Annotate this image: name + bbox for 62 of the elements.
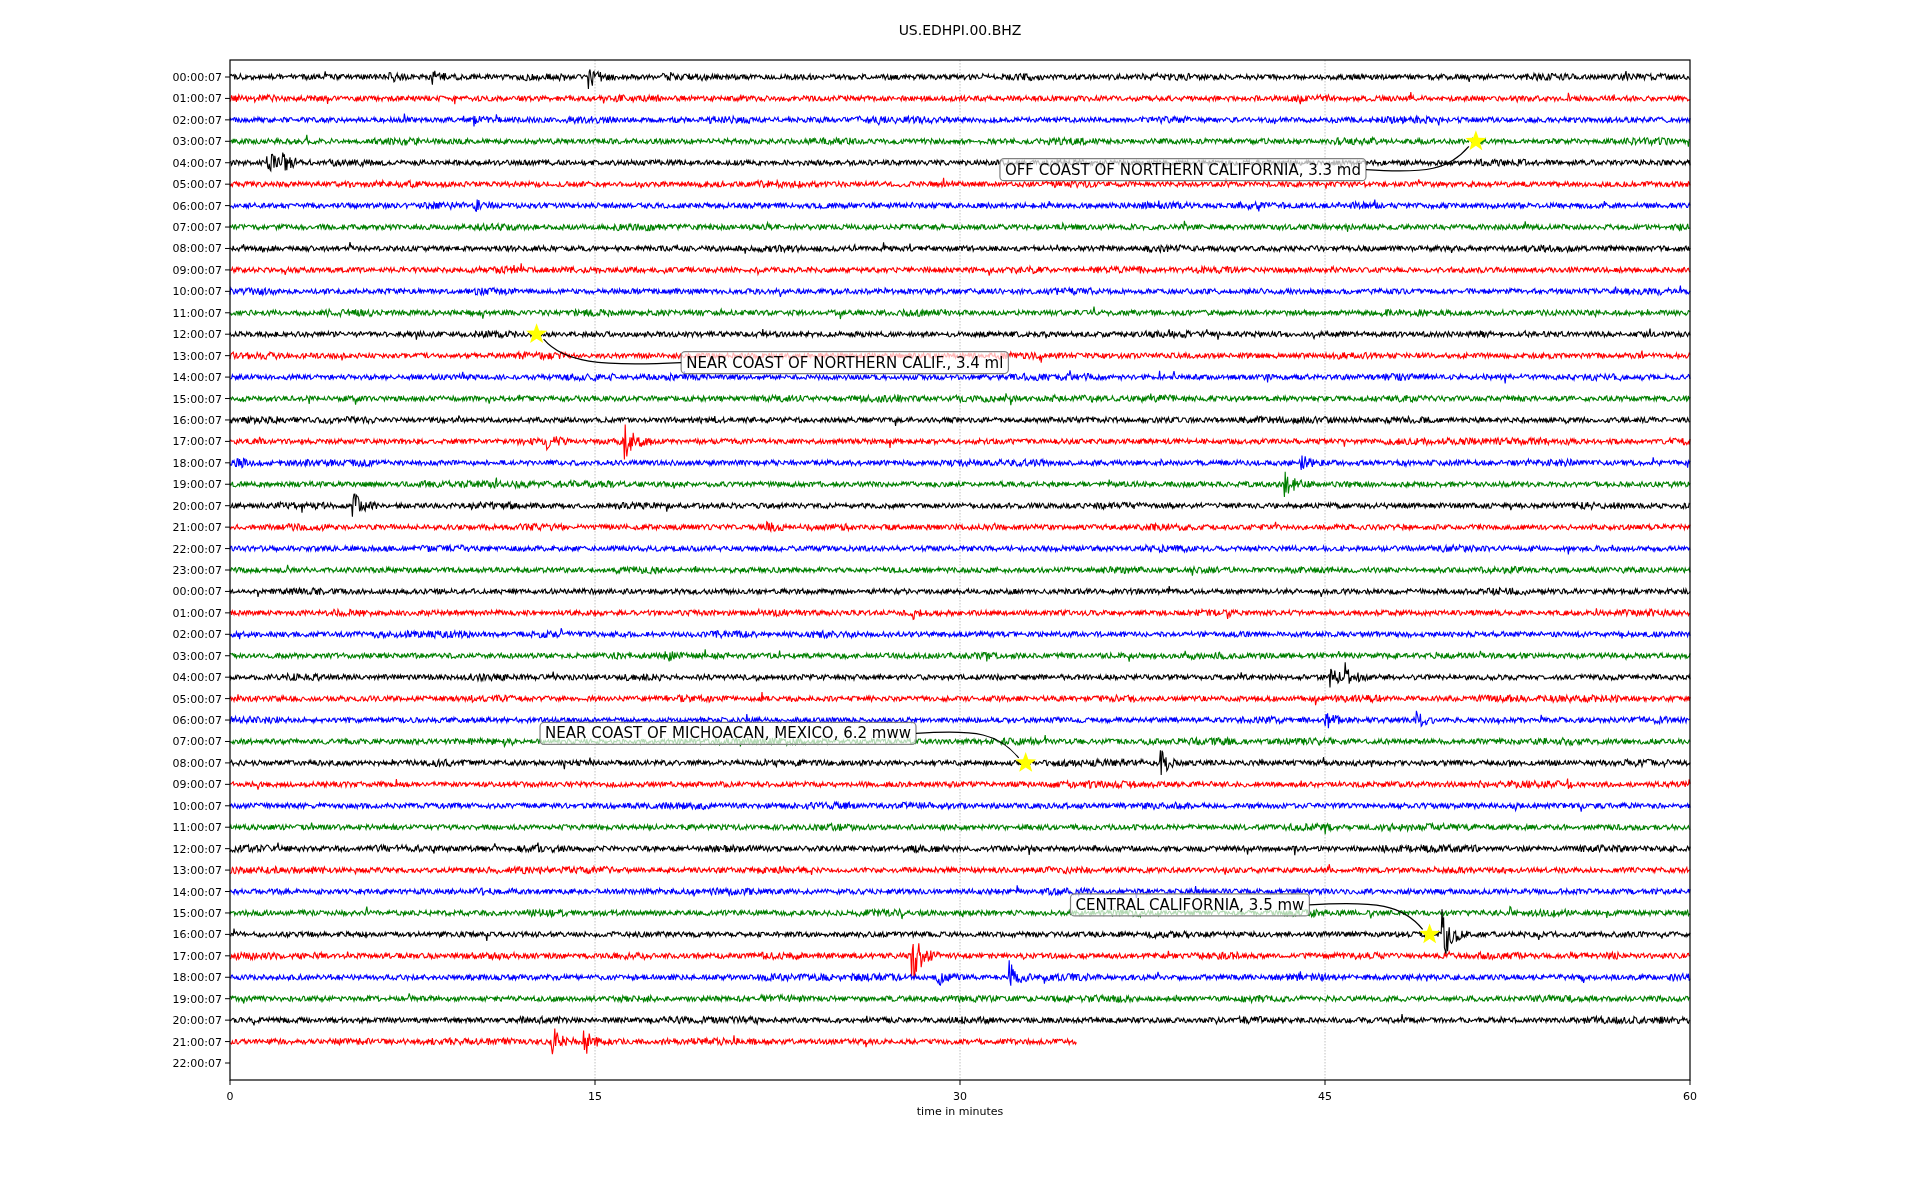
axis-tick-label: 20:00:07 <box>172 1014 222 1028</box>
axis-tick-label: 14:00:07 <box>172 371 222 385</box>
axis-tick-label: 01:00:07 <box>172 606 222 620</box>
axis-tick-label: 15 <box>588 1090 602 1103</box>
axis-tick-label: 18:00:07 <box>172 456 222 470</box>
axis-tick-label: 13:00:07 <box>172 864 222 878</box>
axis-tick-label: 19:00:07 <box>172 992 222 1006</box>
axis-tick-label: 20:00:07 <box>172 499 222 513</box>
axis-tick-label: 06:00:07 <box>172 199 222 213</box>
axis-tick-label: 16:00:07 <box>172 413 222 427</box>
axis-tick-label: 30 <box>953 1090 967 1103</box>
star-icon <box>1465 130 1487 151</box>
axis-tick-label: 10:00:07 <box>172 799 222 813</box>
axis-tick-label: 11:00:07 <box>172 306 222 320</box>
axis-tick-label: 15:00:07 <box>172 392 222 406</box>
axis-tick-label: 18:00:07 <box>172 971 222 985</box>
axis-tick-label: 02:00:07 <box>172 113 222 127</box>
axis-tick-label: 09:00:07 <box>172 778 222 792</box>
axis-tick-label: 22:00:07 <box>172 542 222 556</box>
axis-tick-label: 02:00:07 <box>172 628 222 642</box>
axis-tick-label: 21:00:07 <box>172 521 222 535</box>
axis-tick-label: 03:00:07 <box>172 649 222 663</box>
axis-tick-label: 08:00:07 <box>172 242 222 256</box>
axis-tick-label: 05:00:07 <box>172 692 222 706</box>
axis-tick-label: 19:00:07 <box>172 478 222 492</box>
axis-tick-label: 23:00:07 <box>172 564 222 577</box>
axis-tick-label: 01:00:07 <box>172 92 222 106</box>
axis-tick-label: 22:00:07 <box>172 1057 222 1070</box>
axis-tick-label: 11:00:07 <box>172 821 222 835</box>
axis-tick-label: 04:00:07 <box>172 156 222 170</box>
star-icon <box>526 323 548 344</box>
event-label: NEAR COAST OF NORTHERN CALIF., 3.4 ml <box>680 350 1009 375</box>
axis-tick-label: 17:00:07 <box>172 435 222 449</box>
axis-tick-label: 05:00:07 <box>172 178 222 192</box>
axis-tick-label: 0 <box>226 1090 234 1103</box>
axis-tick-label: 14:00:07 <box>172 885 222 899</box>
axis-tick-label: 21:00:07 <box>172 1035 222 1049</box>
axis-tick-label: 15:00:07 <box>172 906 222 920</box>
axis-tick-label: 17:00:07 <box>172 949 222 963</box>
axis-tick-label: 12:00:07 <box>172 842 222 856</box>
event-label: NEAR COAST OF MICHOACAN, MEXICO, 6.2 mww <box>539 721 917 745</box>
axis-tick-label: 03:00:07 <box>172 135 222 149</box>
axis-tick-label: 45 <box>1318 1090 1332 1103</box>
axis-label: time in minutes <box>916 1105 1004 1118</box>
axis-tick-label: 07:00:07 <box>172 221 222 235</box>
axis-tick-label: 13:00:07 <box>172 349 222 363</box>
star-icon <box>1015 751 1037 772</box>
axis-tick-label: 06:00:07 <box>172 714 222 728</box>
axis-tick-label: 00:00:07 <box>172 71 222 84</box>
chart-title: US.EDHPI.00.BHZ <box>898 22 1022 38</box>
axis-tick-label: 08:00:07 <box>172 756 222 770</box>
axis-tick-label: 16:00:07 <box>172 928 222 942</box>
axis-tick-label: 10:00:07 <box>172 285 222 299</box>
star-icon <box>1419 923 1441 944</box>
axis-tick-label: 12:00:07 <box>172 328 222 342</box>
axis-tick-label: 07:00:07 <box>172 735 222 749</box>
axis-tick-label: 00:00:07 <box>172 585 222 599</box>
event-label: OFF COAST OF NORTHERN CALIFORNIA, 3.3 md <box>999 158 1367 182</box>
event-label: CENTRAL CALIFORNIA, 3.5 mw <box>1069 893 1310 917</box>
axis-tick-label: 04:00:07 <box>172 671 222 685</box>
axis-tick-label: 09:00:07 <box>172 263 222 277</box>
axis-tick-label: 60 <box>1683 1090 1697 1103</box>
